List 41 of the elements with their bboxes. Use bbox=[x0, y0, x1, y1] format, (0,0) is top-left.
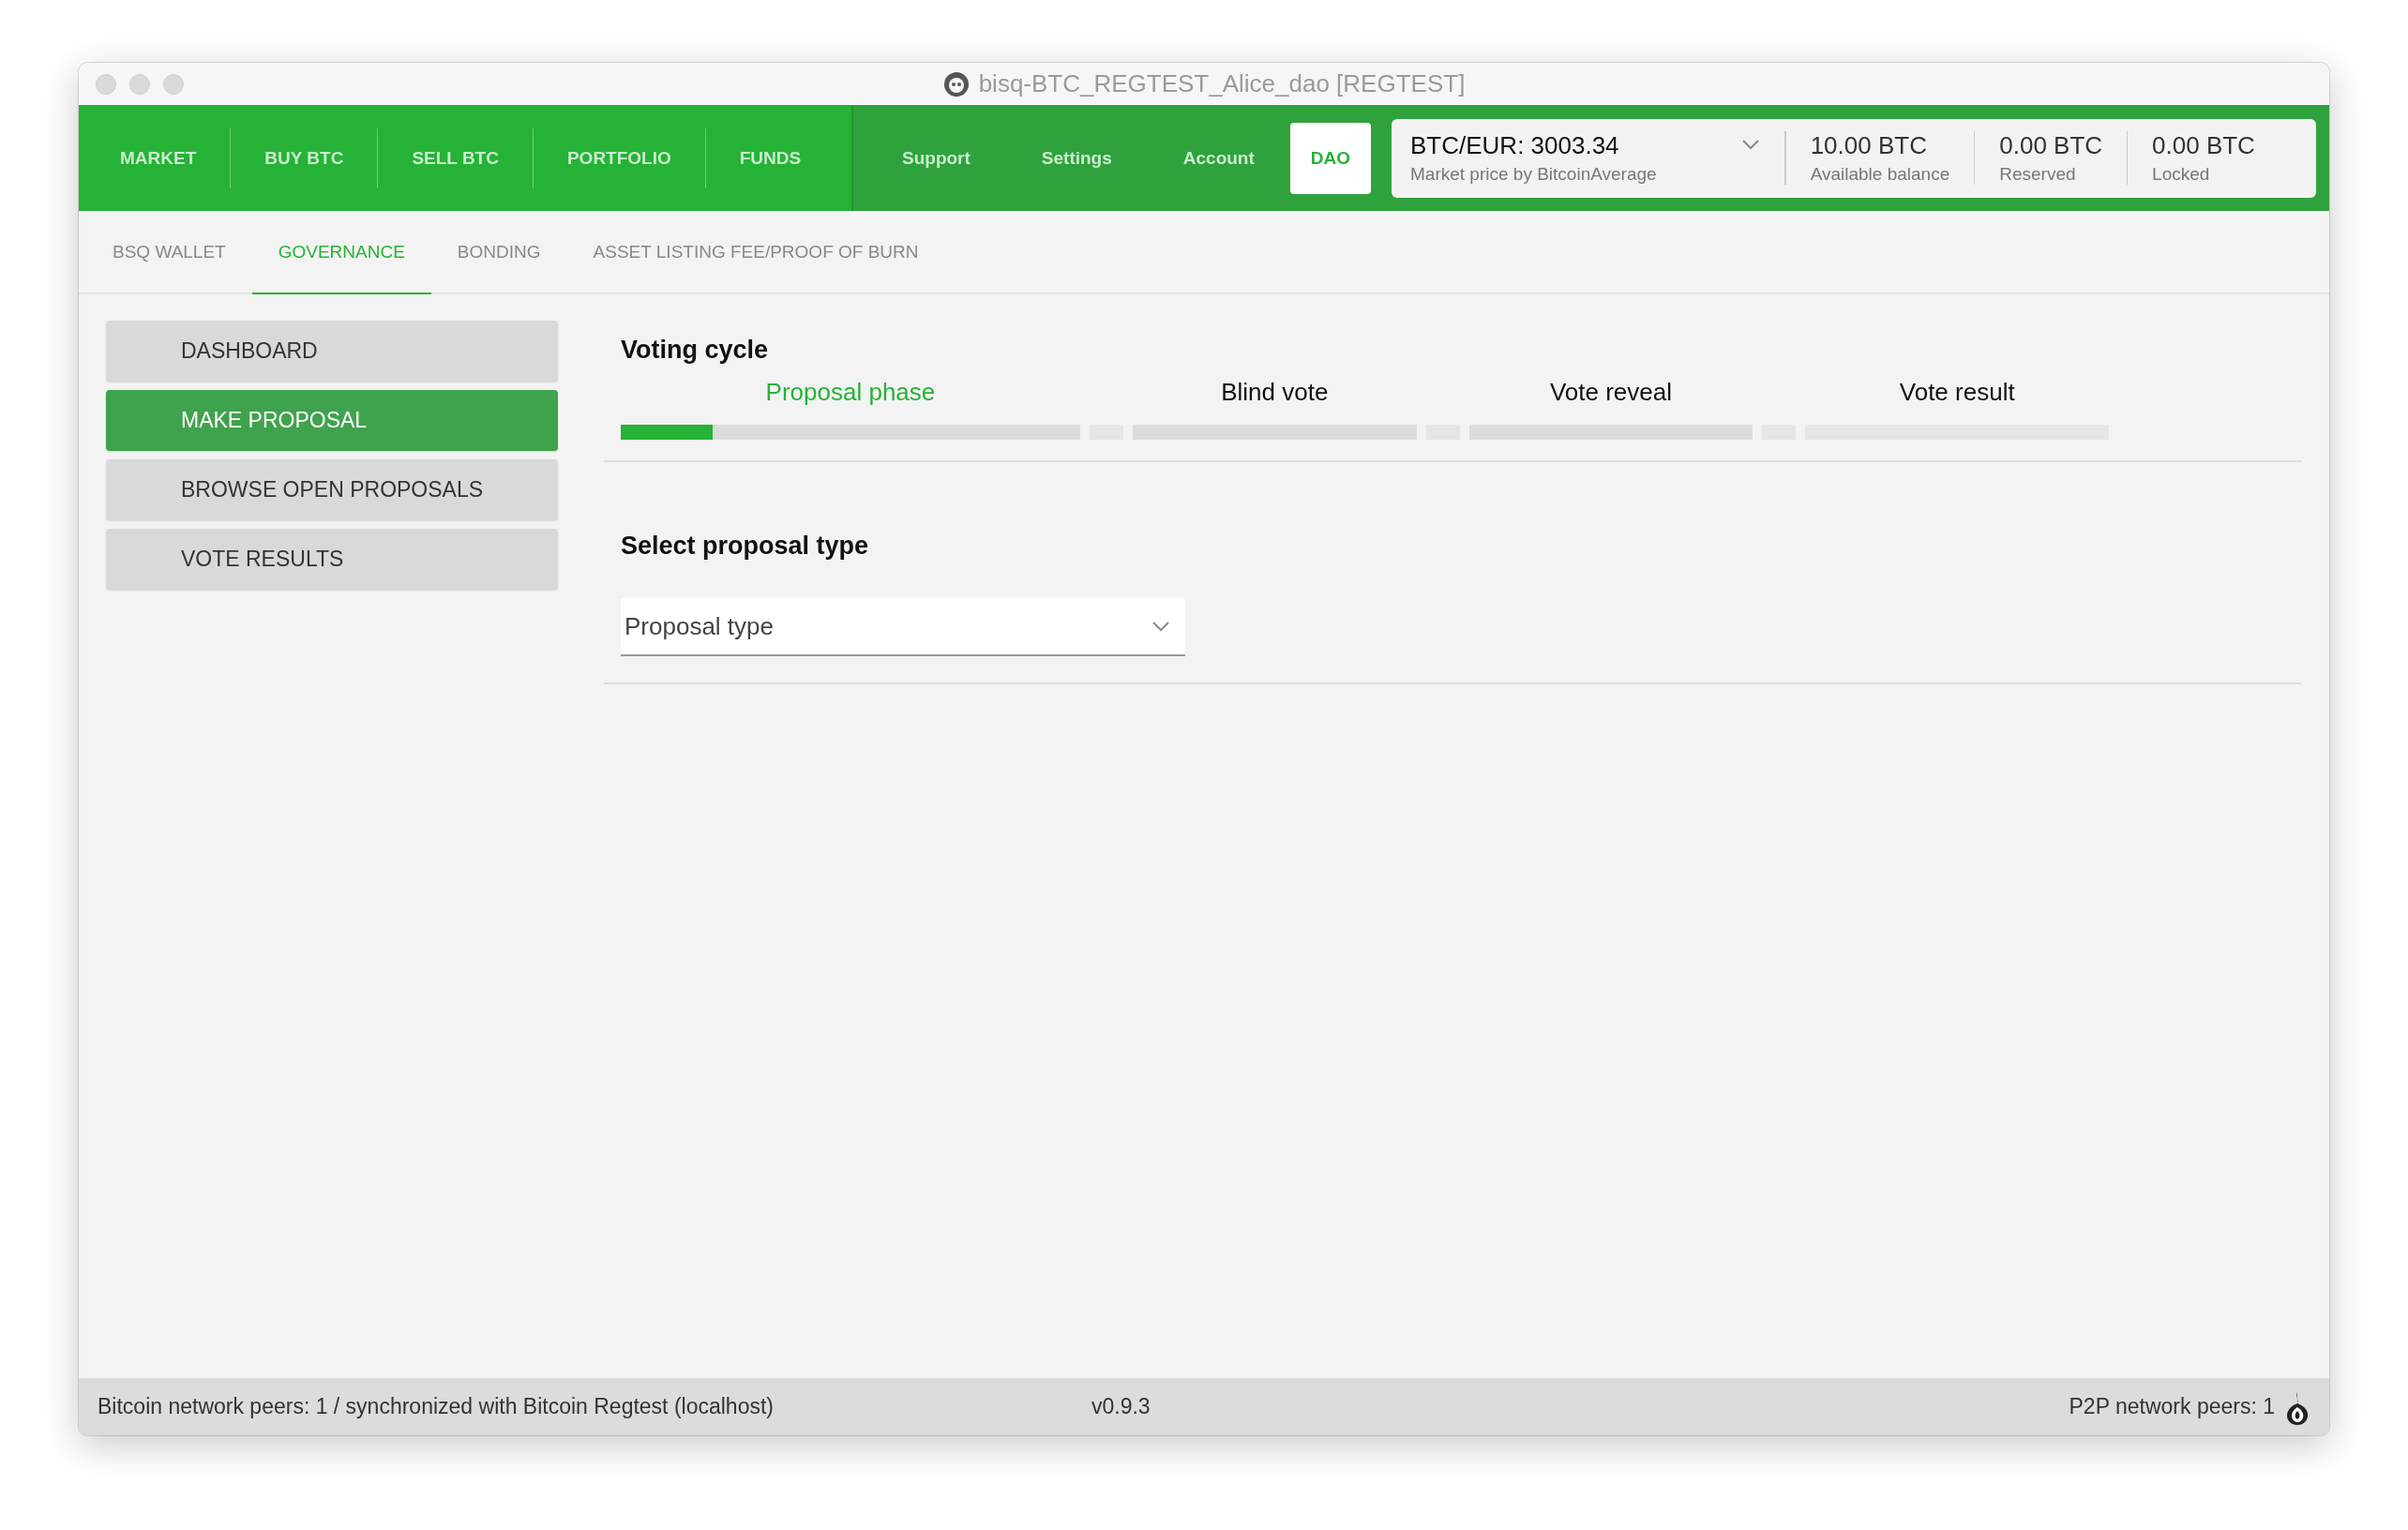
chevron-down-icon bbox=[1740, 139, 1760, 150]
phase-label: Blind vote bbox=[1221, 378, 1329, 406]
balance-caption: Locked bbox=[2152, 164, 2211, 185]
nav-tab[interactable]: Settings bbox=[1005, 122, 1148, 194]
phase-label: Vote result bbox=[1899, 378, 2015, 406]
balance-value: 10.00 BTC bbox=[1810, 131, 1928, 160]
phase-label: Vote reveal bbox=[1549, 378, 1672, 406]
sidebar-item[interactable]: VOTE RESULTS bbox=[106, 529, 558, 590]
sub-tab[interactable]: BSQ WALLET bbox=[86, 211, 252, 294]
nav-tab[interactable]: SELL BTC bbox=[377, 128, 533, 188]
nav-tab[interactable]: BUY BTC bbox=[230, 128, 378, 188]
zoom-window-button[interactable] bbox=[163, 73, 184, 95]
market-price-selector[interactable]: BTC/EUR: 3003.34 Market price by BitcoinAverage bbox=[1410, 131, 1785, 185]
nav-tab[interactable]: PORTFOLIO bbox=[532, 128, 705, 188]
chevron-down-icon bbox=[1151, 621, 1170, 632]
section-title: Select proposal type bbox=[621, 532, 870, 561]
sub-tab[interactable]: BONDING bbox=[430, 211, 567, 294]
phase-label: Proposal phase bbox=[765, 378, 936, 406]
balance-caption: Reserved bbox=[1999, 164, 2077, 185]
close-window-button[interactable] bbox=[96, 73, 116, 95]
minimize-window-button[interactable] bbox=[129, 73, 150, 95]
nav-tab[interactable]: Account bbox=[1147, 122, 1290, 194]
sidebar-item[interactable]: MAKE PROPOSAL bbox=[106, 390, 558, 451]
nav-tab[interactable]: DAO bbox=[1289, 122, 1371, 194]
sub-tab[interactable]: ASSET LISTING FEE/PROOF OF BURN bbox=[566, 211, 945, 294]
balance-caption: Available balance bbox=[1810, 164, 1950, 185]
nav-tab[interactable]: FUNDS bbox=[704, 128, 835, 188]
sub-tab[interactable]: GOVERNANCE bbox=[251, 211, 431, 294]
sidebar-item[interactable]: BROWSE OPEN PROPOSALS bbox=[106, 459, 558, 520]
proposal-type-select[interactable]: Proposal type bbox=[621, 598, 1185, 656]
nav-tab[interactable]: Support bbox=[866, 122, 1006, 194]
section-title: Voting cycle bbox=[621, 336, 770, 365]
app-logo-icon bbox=[942, 70, 970, 98]
nav-tab[interactable]: MARKET bbox=[86, 128, 231, 188]
status-text: Bitcoin network peers: 1 / synchronized with Bitcoin Regtest (localhost) bbox=[98, 1394, 775, 1419]
version-text: v0.9.3 bbox=[1091, 1394, 1151, 1419]
sidebar-item[interactable]: DASHBOARD bbox=[106, 321, 558, 382]
window-title: bisq-BTC_REGTEST_Alice_dao [REGTEST] bbox=[978, 69, 1466, 98]
balance-value: 0.00 BTC bbox=[2152, 131, 2255, 160]
balance-value: 0.00 BTC bbox=[1999, 131, 2103, 160]
status-text: P2P network peers: 1 bbox=[2069, 1394, 2275, 1419]
